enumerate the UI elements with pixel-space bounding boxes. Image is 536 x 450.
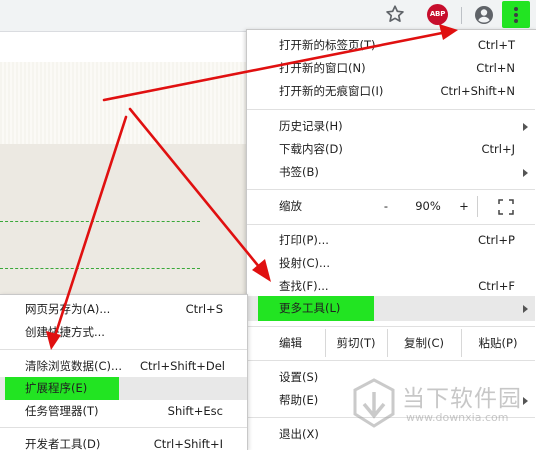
menu-item-downloads[interactable]: 下载内容(D) Ctrl+J xyxy=(247,138,535,161)
menu-item-bookmarks[interactable]: 书签(B) xyxy=(247,161,535,184)
menu-item-label: 清除浏览数据(C)... xyxy=(25,359,122,373)
menu-item-new-incognito-window[interactable]: 打开新的无痕窗口(I) Ctrl+Shift+N xyxy=(247,80,535,103)
menu-item-print[interactable]: 打印(P)... Ctrl+P xyxy=(247,229,535,252)
watermark: 当下软件园 www.downxia.com xyxy=(350,377,530,437)
menu-item-label: 任务管理器(T) xyxy=(25,404,99,418)
submenu-item-developer-tools[interactable]: 开发者工具(D) Ctrl+Shift+I xyxy=(0,433,247,450)
paste-button[interactable]: 粘贴(P) xyxy=(461,329,535,357)
zoom-out-button[interactable]: - xyxy=(371,192,401,221)
page-content-panel xyxy=(0,144,246,296)
submenu-item-task-manager[interactable]: 任务管理器(T) Shift+Esc xyxy=(0,400,247,423)
menu-item-shortcut: Ctrl+S xyxy=(185,302,223,316)
edit-label: 编辑 xyxy=(279,336,302,350)
watermark-logo xyxy=(353,378,395,428)
menu-item-label: 打开新的窗口(N) xyxy=(279,61,366,75)
menu-item-shortcut: Shift+Esc xyxy=(167,404,223,418)
menu-dot-icon xyxy=(514,7,518,11)
dashed-guide-line xyxy=(0,221,200,222)
watermark-text: 当下软件园 xyxy=(402,386,522,412)
zoom-separator xyxy=(477,196,478,217)
menu-separator xyxy=(0,427,247,428)
menu-separator xyxy=(247,189,535,190)
fullscreen-icon[interactable] xyxy=(497,198,515,216)
bookmark-star-icon[interactable] xyxy=(384,3,406,25)
menu-separator xyxy=(0,349,247,350)
menu-item-label: 下载内容(D) xyxy=(279,142,343,156)
submenu-arrow-icon xyxy=(523,123,528,131)
zoom-level-value: 90% xyxy=(415,199,441,213)
zoom-row: 缩放 - 90% + xyxy=(247,192,535,221)
submenu-item-clear-browsing-data[interactable]: 清除浏览数据(C)... Ctrl+Shift+Del xyxy=(0,355,247,378)
chrome-menu-button[interactable] xyxy=(502,1,530,28)
browser-toolbar: ABP xyxy=(0,0,536,31)
submenu-item-create-shortcut[interactable]: 创建快捷方式... xyxy=(0,321,247,344)
menu-item-shortcut: Ctrl+Shift+N xyxy=(440,84,515,98)
menu-item-label: 退出(X) xyxy=(279,427,319,441)
menu-item-label: 投射(C)... xyxy=(279,256,330,270)
menu-dot-icon xyxy=(514,13,518,17)
submenu-item-save-page[interactable]: 网页另存为(A)... Ctrl+S xyxy=(0,298,247,321)
menu-item-shortcut: Ctrl+Shift+Del xyxy=(140,359,225,373)
watermark-url: www.downxia.com xyxy=(406,411,509,424)
menu-item-find[interactable]: 查找(F)... Ctrl+F xyxy=(247,275,535,298)
menu-item-label: 打印(P)... xyxy=(279,233,329,247)
menu-item-label: 扩展程序(E) xyxy=(25,381,88,395)
menu-item-history[interactable]: 历史记录(H) xyxy=(247,115,535,138)
zoom-label: 缩放 xyxy=(279,199,302,213)
submenu-arrow-icon xyxy=(523,169,528,177)
menu-item-new-window[interactable]: 打开新的窗口(N) Ctrl+N xyxy=(247,57,535,80)
profile-avatar-icon[interactable] xyxy=(472,3,496,27)
menu-item-label: 设置(S) xyxy=(279,370,319,384)
menu-item-label: 历史记录(H) xyxy=(279,119,343,133)
toolbar-separator xyxy=(461,7,462,24)
menu-item-more-tools[interactable]: 更多工具(L) xyxy=(247,296,535,321)
more-tools-submenu: 网页另存为(A)... Ctrl+S 创建快捷方式... 清除浏览数据(C)..… xyxy=(0,294,248,450)
menu-item-shortcut: Ctrl+F xyxy=(478,279,515,293)
adblock-plus-icon[interactable]: ABP xyxy=(427,4,448,25)
menu-item-label: 查找(F)... xyxy=(279,279,329,293)
page-content-stripes xyxy=(0,62,246,144)
menu-dot-icon xyxy=(514,19,518,23)
menu-item-label: 开发者工具(D) xyxy=(25,437,101,450)
zoom-in-button[interactable]: + xyxy=(449,192,479,221)
copy-button[interactable]: 复制(C) xyxy=(387,329,461,357)
menu-separator xyxy=(247,326,535,327)
menu-item-label: 打开新的无痕窗口(I) xyxy=(279,84,384,98)
dashed-guide-line xyxy=(0,268,200,269)
edit-row: 编辑 剪切(T) 复制(C) 粘贴(P) xyxy=(247,329,535,357)
menu-separator xyxy=(247,109,535,110)
submenu-arrow-icon xyxy=(523,305,528,313)
menu-item-label: 打开新的标签页(T) xyxy=(279,38,376,52)
menu-item-label: 网页另存为(A)... xyxy=(25,302,111,316)
menu-item-shortcut: Ctrl+Shift+I xyxy=(153,437,223,450)
menu-item-shortcut: Ctrl+N xyxy=(476,61,515,75)
menu-item-shortcut: Ctrl+P xyxy=(477,233,515,247)
cut-button[interactable]: 剪切(T) xyxy=(325,329,387,357)
menu-separator xyxy=(247,360,535,361)
menu-separator xyxy=(247,224,535,225)
menu-item-label: 书签(B) xyxy=(279,165,319,179)
menu-item-label: 帮助(E) xyxy=(279,393,319,407)
menu-item-shortcut: Ctrl+T xyxy=(477,38,515,52)
menu-item-cast[interactable]: 投射(C)... xyxy=(247,252,535,275)
menu-item-new-tab[interactable]: 打开新的标签页(T) Ctrl+T xyxy=(247,34,535,57)
submenu-item-extensions[interactable]: 扩展程序(E) xyxy=(0,377,247,400)
menu-item-label: 创建快捷方式... xyxy=(25,325,105,339)
menu-item-label: 更多工具(L) xyxy=(279,301,341,315)
menu-item-shortcut: Ctrl+J xyxy=(481,142,516,156)
